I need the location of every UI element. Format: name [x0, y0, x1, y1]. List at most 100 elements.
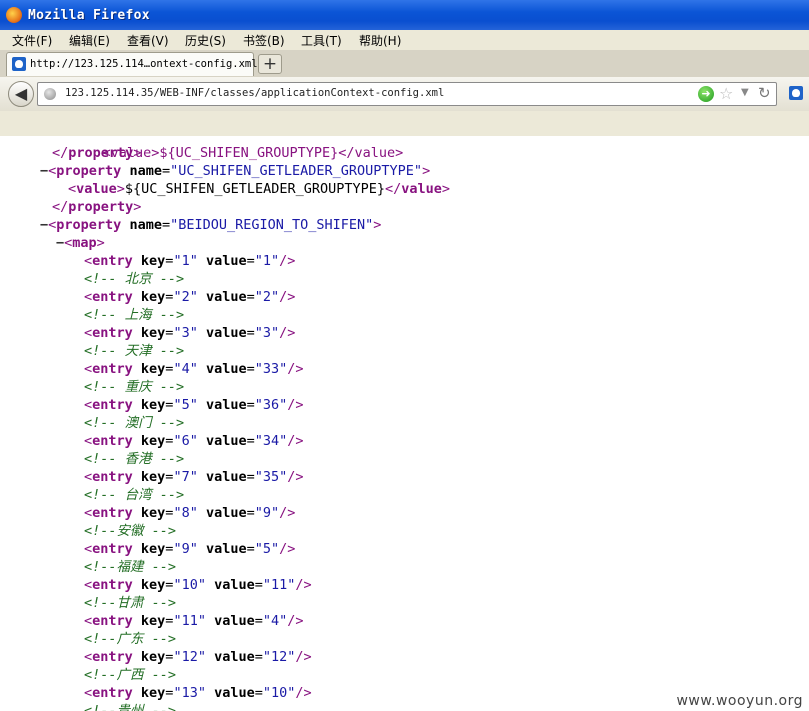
comment-text: <!--广东 -->: [84, 631, 177, 647]
attr-name: value: [197, 433, 247, 449]
tag-name: map: [72, 235, 97, 251]
menu-edit[interactable]: 编辑(E): [69, 32, 110, 49]
xml-entry-line: <entry key="8" value="9"/>: [84, 504, 295, 522]
go-arrow-icon[interactable]: ➜: [698, 86, 714, 102]
tag-bracket: <: [84, 469, 93, 485]
attr-name: value: [197, 541, 247, 557]
value-text: ${UC_SHIFEN_GETLEADER_GROUPTYPE}: [124, 181, 386, 197]
xml-comment-line: <!-- 北京 -->: [84, 270, 184, 288]
tag-name: entry: [92, 469, 133, 485]
tag-name: entry: [92, 253, 133, 269]
address-bar[interactable]: 123.125.114.35/WEB-INF/classes/applicati…: [37, 82, 777, 106]
entry-key: "4": [173, 361, 198, 377]
history-dropdown-icon[interactable]: ▼: [741, 87, 749, 98]
search-engine-icon[interactable]: [789, 86, 803, 100]
window-title: Mozilla Firefox: [28, 8, 150, 23]
entry-key: "13": [173, 685, 206, 701]
xml-entry-line: <entry key="2" value="2"/>: [84, 288, 295, 306]
tag-name: entry: [92, 325, 133, 341]
tag-name: value: [76, 181, 117, 197]
attr-name: key: [132, 649, 166, 665]
collapse-toggle-icon[interactable]: −: [40, 163, 48, 179]
xml-close-tag-line: </property>: [52, 198, 141, 216]
comment-text: <!--福建 -->: [84, 559, 177, 575]
tag-name: entry: [92, 361, 133, 377]
entry-value: "4": [262, 613, 288, 629]
browser-tab[interactable]: http://123.125.114…ontext-config.xml: [6, 52, 258, 76]
partial-value-text: <value>${UC_SHIFEN_GROUPTYPE}</value>: [102, 145, 404, 161]
xml-comment-line: <!-- 澳门 -->: [84, 414, 184, 432]
menu-history[interactable]: 历史(S): [185, 32, 226, 49]
xml-value-line: <value>${UC_SHIFEN_GETLEADER_GROUPTYPE}<…: [68, 180, 450, 198]
tag-bracket: <: [84, 685, 93, 701]
collapse-toggle-icon[interactable]: −: [40, 217, 48, 233]
comment-text: <!-- 天津 -->: [84, 343, 185, 359]
xml-comment-line: <!-- 天津 -->: [84, 342, 184, 360]
attr-name: key: [132, 505, 166, 521]
xml-comment-line: <!-- 香港 -->: [84, 450, 184, 468]
xml-entry-line: <entry key="6" value="34"/>: [84, 432, 304, 450]
tag-bracket: <: [84, 613, 93, 629]
xml-entry-line: <entry key="1" value="1"/>: [84, 252, 295, 270]
tag-bracket: <: [84, 505, 93, 521]
comment-text: <!-- 重庆 -->: [84, 379, 185, 395]
attr-equals: =: [254, 649, 263, 665]
tag-name: entry: [92, 613, 133, 629]
entry-value: "33": [254, 361, 288, 377]
entry-key: "1": [173, 253, 198, 269]
comment-text: <!--广西 -->: [84, 667, 177, 683]
entry-key: "5": [173, 397, 198, 413]
xml-open-tag-line: −<property name="BEIDOU_REGION_TO_SHIFEN…: [40, 216, 381, 234]
tag-name: entry: [92, 541, 133, 557]
tag-bracket: />: [287, 433, 304, 449]
comment-text: <!-- 澳门 -->: [84, 415, 185, 431]
attr-name: value: [205, 649, 255, 665]
tag-bracket: <: [84, 289, 93, 305]
new-tab-button[interactable]: +: [258, 54, 282, 74]
entry-key: "10": [173, 577, 206, 593]
tag-bracket: />: [279, 325, 296, 341]
menu-view[interactable]: 查看(V): [127, 32, 169, 49]
tag-bracket: >: [133, 199, 142, 215]
entry-value: "9": [254, 505, 280, 521]
url-text[interactable]: 123.125.114.35/WEB-INF/classes/applicati…: [65, 87, 444, 99]
tag-name: entry: [92, 685, 133, 701]
xml-entry-line: <entry key="9" value="5"/>: [84, 540, 295, 558]
xml-comment-line: <!-- 上海 -->: [84, 306, 184, 324]
back-button[interactable]: ◀: [8, 81, 34, 107]
xml-close-tag-line: </property>: [52, 144, 141, 162]
tag-bracket: <: [84, 361, 93, 377]
attr-name: key: [132, 253, 166, 269]
bookmark-star-icon[interactable]: ☆: [719, 84, 733, 103]
tag-name: entry: [92, 649, 133, 665]
tag-bracket: <: [84, 649, 93, 665]
xml-comment-line: <!-- 台湾 -->: [84, 486, 184, 504]
tag-bracket: <: [84, 325, 93, 341]
tag-bracket: </: [52, 145, 69, 161]
tag-bracket: />: [287, 469, 304, 485]
attr-equals: =: [161, 217, 171, 233]
xml-comment-line: <!--广西 -->: [84, 666, 176, 684]
menu-file[interactable]: 文件(F): [12, 32, 52, 49]
menu-tools[interactable]: 工具(T): [301, 32, 342, 49]
xml-entry-line: <entry key="12" value="12"/>: [84, 648, 312, 666]
window-titlebar[interactable]: Mozilla Firefox: [0, 0, 809, 30]
entry-value: "1": [254, 253, 280, 269]
tag-bracket: </: [385, 181, 402, 197]
site-identity-icon[interactable]: [44, 88, 56, 100]
tab-strip: http://123.125.114…ontext-config.xml +: [0, 50, 809, 78]
attr-name: name: [121, 163, 162, 179]
xml-entry-line: <entry key="10" value="11"/>: [84, 576, 312, 594]
attr-name: value: [197, 397, 247, 413]
entry-value: "36": [254, 397, 288, 413]
entry-key: "11": [173, 613, 206, 629]
comment-text: <!--甘肃 -->: [84, 595, 177, 611]
menu-help[interactable]: 帮助(H): [359, 32, 401, 49]
reload-icon[interactable]: ↻: [758, 84, 771, 102]
tag-bracket: />: [295, 685, 312, 701]
tag-name: property: [68, 199, 134, 215]
menu-bookmarks[interactable]: 书签(B): [243, 32, 285, 49]
collapse-toggle-icon[interactable]: −: [56, 235, 64, 251]
comment-text: <!--贵州 -->: [84, 703, 177, 711]
attr-name: value: [205, 613, 255, 629]
